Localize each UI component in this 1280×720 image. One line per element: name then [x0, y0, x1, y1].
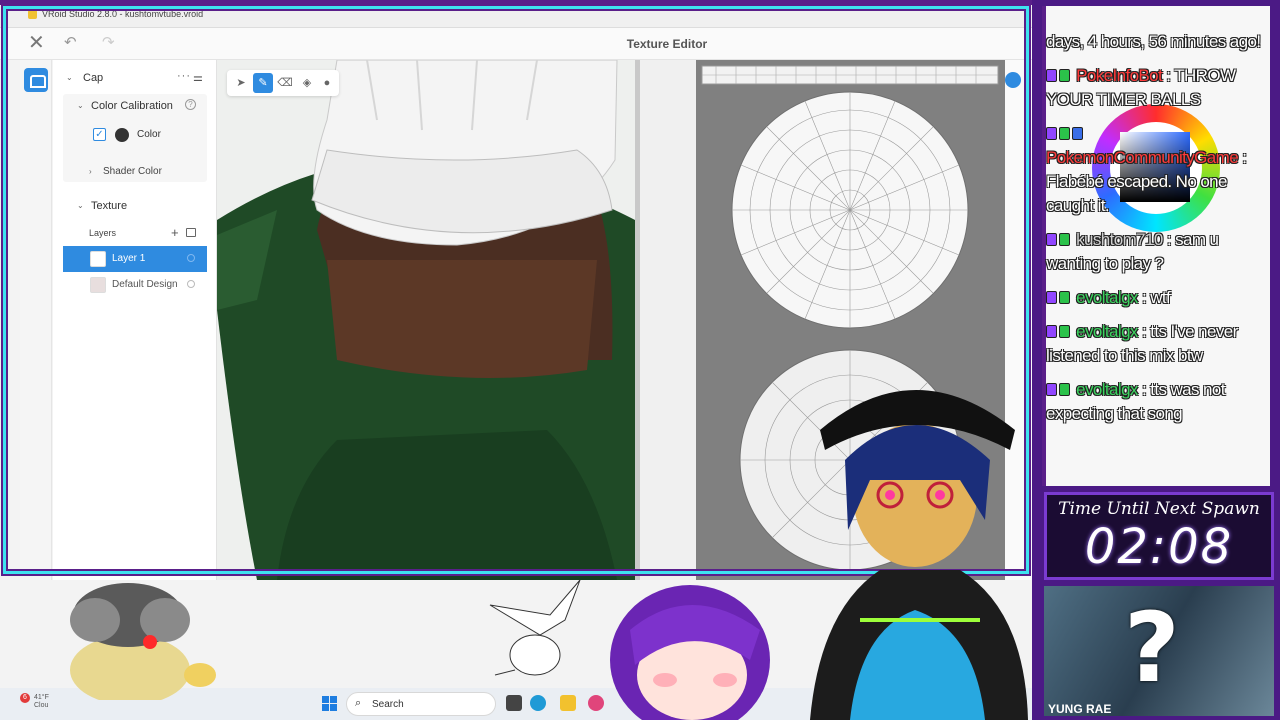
eraser-tool-icon[interactable]: ⌫	[275, 73, 295, 93]
chat-username: evoltalgx	[1076, 380, 1138, 399]
badge-icon	[1059, 383, 1070, 396]
chevron-right-icon: ›	[89, 167, 92, 176]
dropper-tool-icon[interactable]: ●	[317, 73, 337, 93]
timer-label: Time Until Next Spawn	[1058, 499, 1260, 519]
badge-icon	[1046, 69, 1057, 82]
chat-message: PokeInfoBot : THROW YOUR TIMER BALLS	[1046, 64, 1268, 112]
chat-text: : tts I've never listened to this mix bt…	[1046, 322, 1238, 365]
chat-username: PokemonCommunityGame	[1046, 148, 1239, 167]
shader-color-label: Shader Color	[103, 166, 162, 177]
chat-message: evoltalgx : tts was not expecting that s…	[1046, 378, 1268, 426]
chevron-down-icon: ⌄	[66, 73, 73, 82]
more-icon[interactable]: ···	[177, 70, 191, 82]
windows-start-icon[interactable]	[322, 696, 338, 712]
file-explorer-icon[interactable]	[560, 695, 576, 711]
layer-panel: ⌄ Cap ··· ⚌ ⌄ Color Calibration ? ✓ Colo…	[53, 60, 217, 580]
badge-icon	[1046, 291, 1057, 304]
layers-label: Layers	[89, 228, 117, 238]
mystery-caption: YUNG RAE	[1048, 702, 1112, 716]
color-label: Color	[137, 129, 161, 140]
layer-label: Layer 1	[112, 253, 146, 264]
layers-header: Layers +	[53, 225, 217, 244]
cap-part-icon[interactable]	[24, 68, 48, 92]
bird-character-image	[70, 583, 216, 700]
layer-label: Default Design	[112, 279, 178, 290]
badge-icon	[1046, 127, 1057, 140]
spawn-timer: Time Until Next Spawn 02:08	[1044, 492, 1274, 580]
overlay-top-bar	[0, 0, 1032, 5]
badge-icon	[1059, 127, 1070, 140]
badge-icon	[1059, 325, 1070, 338]
chat-username: evoltalgx	[1076, 322, 1138, 341]
badge-icon	[1059, 69, 1070, 82]
visibility-icon[interactable]	[187, 280, 195, 288]
badge-icon	[1059, 291, 1070, 304]
chevron-down-icon: ⌄	[77, 101, 84, 110]
task-view-icon[interactable]	[506, 695, 522, 711]
search-label: Search	[372, 699, 404, 710]
chat-message: evoltalgx : wtf	[1046, 286, 1268, 310]
layer-item[interactable]: Layer 1	[63, 246, 207, 272]
badge-icon	[1072, 127, 1083, 140]
import-image-icon[interactable]	[186, 228, 196, 237]
chevron-down-icon: ⌄	[77, 201, 84, 210]
bird-sticker-image	[489, 579, 581, 676]
texture-header[interactable]: ⌄ Texture	[53, 200, 217, 216]
chat-message: days, 4 hours, 56 minutes ago!	[1046, 30, 1268, 54]
color-calibration-label: Color Calibration	[91, 100, 173, 112]
chat-username: kushtom710	[1076, 230, 1163, 249]
chat-text: : wtf	[1141, 288, 1171, 307]
shader-color-header[interactable]: › Shader Color	[53, 166, 217, 182]
pen-tool-icon[interactable]: ✎	[253, 73, 273, 93]
notification-badge: 6	[20, 693, 30, 703]
select-tool-icon[interactable]: ➤	[231, 73, 251, 93]
cap-section-header[interactable]: ⌄ Cap ··· ⚌	[53, 70, 217, 88]
layer-thumbnail	[90, 277, 106, 293]
edge-browser-icon[interactable]	[530, 695, 546, 711]
chat-message: PokemonCommunityGame : Flabébé escaped. …	[1046, 122, 1268, 218]
chat-text: days, 4 hours, 56 minutes ago!	[1046, 32, 1261, 51]
grid-icon[interactable]	[1005, 72, 1021, 88]
add-layer-icon[interactable]: +	[171, 225, 179, 240]
layer-item[interactable]: Default Design	[63, 272, 207, 298]
badge-icon	[1046, 383, 1057, 396]
chat-log: days, 4 hours, 56 minutes ago! PokeInfoB…	[1046, 30, 1268, 436]
visibility-icon[interactable]	[187, 254, 195, 262]
color-calibration-row: ✓ Color	[53, 128, 217, 144]
texture-label: Texture	[91, 200, 128, 212]
chat-username: PokeInfoBot	[1076, 66, 1163, 85]
purple-hair-avatar-image	[610, 585, 770, 720]
vtuber-avatar-image	[810, 390, 1028, 720]
layer-thumbnail	[90, 251, 106, 267]
tune-icon[interactable]: ⚌	[193, 71, 203, 84]
chat-message: evoltalgx : tts I've never listened to t…	[1046, 320, 1268, 368]
model-viewport[interactable]: ➤ ✎ ⌫ ◈ ●	[217, 60, 635, 580]
color-swatch[interactable]	[115, 128, 129, 142]
timer-value: 02:08	[1084, 519, 1234, 575]
window-title: VRoid Studio 2.8.0 - kushtomvtube.vroid	[42, 9, 204, 19]
screen: { "window": {"title": "VRoid Studio 2.8.…	[0, 0, 1280, 720]
model-preview-image	[217, 60, 635, 580]
search-icon: ⌕	[355, 697, 362, 709]
badge-icon	[1059, 233, 1070, 246]
left-rail	[20, 60, 52, 580]
drawing-toolbar: ➤ ✎ ⌫ ◈ ●	[227, 70, 339, 96]
color-checkbox[interactable]: ✓	[93, 128, 106, 141]
chat-username: evoltalgx	[1076, 288, 1138, 307]
help-icon[interactable]: ?	[185, 99, 196, 110]
editor-header: ✕ ↶ ↷ Texture Editor	[0, 28, 1032, 60]
mystery-pokemon-card: ? YUNG RAE	[1044, 586, 1274, 716]
question-mark-icon: ?	[1124, 592, 1180, 704]
chat-message: kushtom710 : sam u wanting to play ?	[1046, 228, 1268, 276]
badge-icon	[1046, 233, 1057, 246]
taskbar-search[interactable]: ⌕ Search	[346, 692, 496, 716]
badge-icon	[1046, 325, 1057, 338]
color-calibration-header[interactable]: ⌄ Color Calibration ?	[53, 99, 217, 116]
app-icon	[28, 10, 37, 19]
fill-tool-icon[interactable]: ◈	[297, 73, 317, 93]
section-title: Cap	[83, 72, 104, 84]
